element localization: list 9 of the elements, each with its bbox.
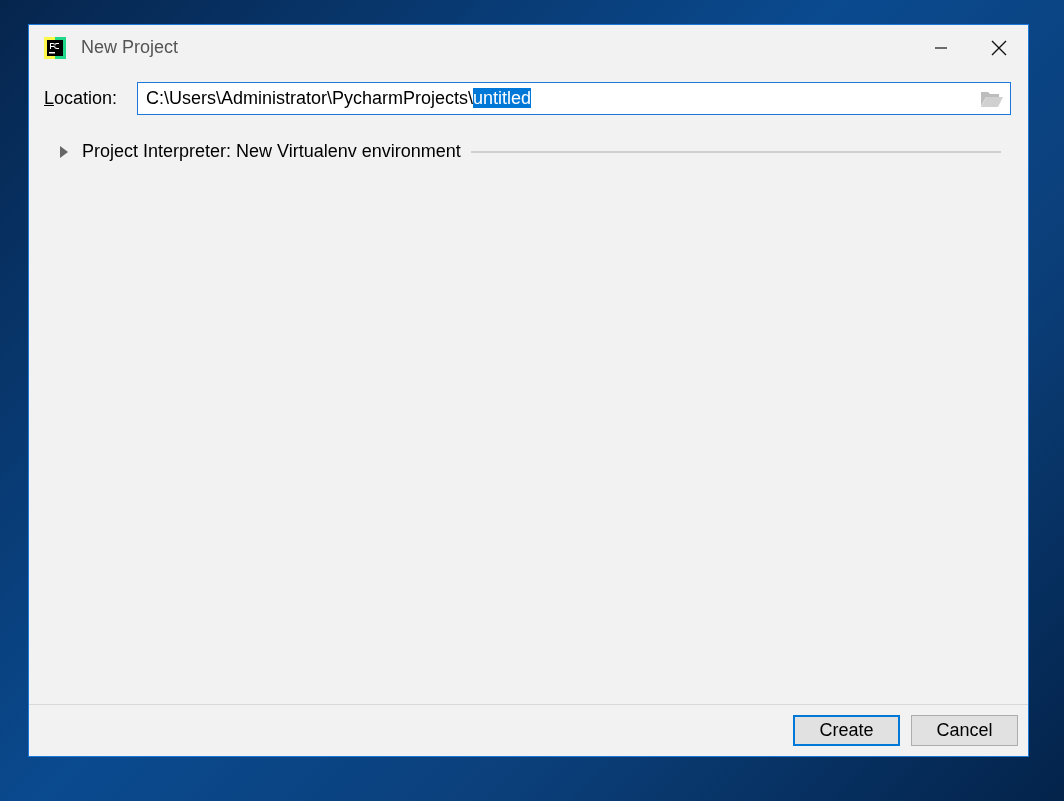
app-logo-icon xyxy=(44,36,66,59)
cancel-button[interactable]: Cancel xyxy=(911,715,1018,746)
location-field[interactable]: C:\Users\Administrator\PycharmProjects\untitled xyxy=(137,82,1011,115)
close-icon[interactable] xyxy=(991,39,1007,56)
window-title: New Project xyxy=(81,36,179,59)
create-button[interactable]: Create xyxy=(793,715,900,746)
location-label: Location: xyxy=(44,87,119,110)
expand-arrow-icon[interactable] xyxy=(59,144,69,159)
section-toggle[interactable]: Project Interpreter: New Virtualenv environment xyxy=(59,138,461,165)
